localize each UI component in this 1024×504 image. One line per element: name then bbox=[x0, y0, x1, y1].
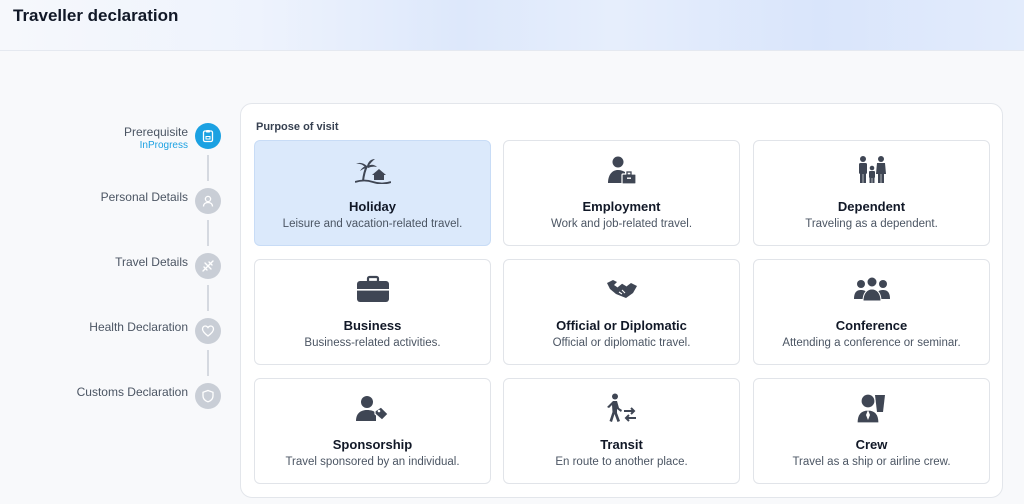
step-label-travel-details: Travel Details bbox=[115, 255, 188, 269]
option-description: En route to another place. bbox=[555, 456, 688, 468]
option-description: Attending a conference or seminar. bbox=[782, 337, 961, 349]
option-sponsorship[interactable]: Sponsorship Travel sponsored by an indiv… bbox=[254, 378, 491, 484]
clipboard-icon bbox=[202, 130, 214, 143]
step-connector bbox=[207, 220, 209, 246]
option-title: Employment bbox=[582, 199, 661, 214]
step-travel-details[interactable] bbox=[195, 253, 221, 279]
step-prerequisite[interactable] bbox=[195, 123, 221, 149]
option-title: Crew bbox=[855, 437, 888, 452]
handshake-icon bbox=[606, 280, 637, 298]
step-label-health-declaration: Health Declaration bbox=[89, 320, 188, 334]
option-title: Transit bbox=[600, 437, 643, 452]
step-label-customs-declaration: Customs Declaration bbox=[76, 385, 188, 399]
option-dependent[interactable]: Dependent Traveling as a dependent. bbox=[753, 140, 990, 246]
sponsor-icon bbox=[355, 396, 389, 421]
option-title: Conference bbox=[835, 318, 908, 333]
option-description: Traveling as a dependent. bbox=[805, 218, 938, 230]
group-icon bbox=[853, 276, 890, 302]
option-description: Work and job-related travel. bbox=[550, 218, 693, 230]
person-icon bbox=[202, 195, 214, 207]
page-header: Traveller declaration bbox=[0, 0, 1024, 51]
step-health-declaration[interactable] bbox=[195, 318, 221, 344]
step-label-personal-details: Personal Details bbox=[100, 190, 188, 204]
option-description: Travel as a ship or airline crew. bbox=[792, 456, 951, 468]
shield-icon bbox=[202, 389, 214, 403]
step-connector bbox=[207, 155, 209, 181]
option-crew[interactable]: Crew Travel as a ship or airline crew. bbox=[753, 378, 990, 484]
option-employment[interactable]: Employment Work and job-related travel. bbox=[503, 140, 740, 246]
option-title: Holiday bbox=[349, 199, 396, 214]
employee-icon bbox=[607, 156, 637, 185]
step-status-prerequisite: InProgress bbox=[139, 140, 188, 151]
step-personal-details[interactable] bbox=[195, 188, 221, 214]
option-description: Business-related activities. bbox=[304, 337, 441, 349]
transit-icon bbox=[606, 393, 636, 422]
briefcase-icon bbox=[356, 275, 389, 302]
option-holiday[interactable]: Holiday Leisure and vacation-related tra… bbox=[254, 140, 491, 246]
family-icon bbox=[858, 156, 886, 183]
option-description: Official or diplomatic travel. bbox=[552, 337, 691, 349]
option-title: Official or Diplomatic bbox=[556, 318, 687, 333]
option-conference[interactable]: Conference Attending a conference or sem… bbox=[753, 259, 990, 365]
heart-icon bbox=[201, 325, 215, 337]
step-connector bbox=[207, 350, 209, 376]
beach-icon bbox=[354, 159, 391, 184]
step-label-prerequisite: Prerequisite bbox=[123, 125, 188, 139]
plane-icon bbox=[202, 260, 214, 272]
step-customs-declaration[interactable] bbox=[195, 383, 221, 409]
option-official-diplomatic[interactable]: Official or Diplomatic Official or diplo… bbox=[503, 259, 740, 365]
crew-icon bbox=[855, 393, 885, 424]
purpose-title: Purpose of visit bbox=[256, 121, 339, 133]
option-title: Sponsorship bbox=[332, 437, 413, 452]
option-transit[interactable]: Transit En route to another place. bbox=[503, 378, 740, 484]
step-connector bbox=[207, 285, 209, 311]
option-title: Business bbox=[343, 318, 402, 333]
option-title: Dependent bbox=[837, 199, 906, 214]
option-description: Leisure and vacation-related travel. bbox=[282, 218, 463, 230]
page-title: Traveller declaration bbox=[13, 6, 179, 25]
option-business[interactable]: Business Business-related activities. bbox=[254, 259, 491, 365]
option-description: Travel sponsored by an individual. bbox=[285, 456, 460, 468]
